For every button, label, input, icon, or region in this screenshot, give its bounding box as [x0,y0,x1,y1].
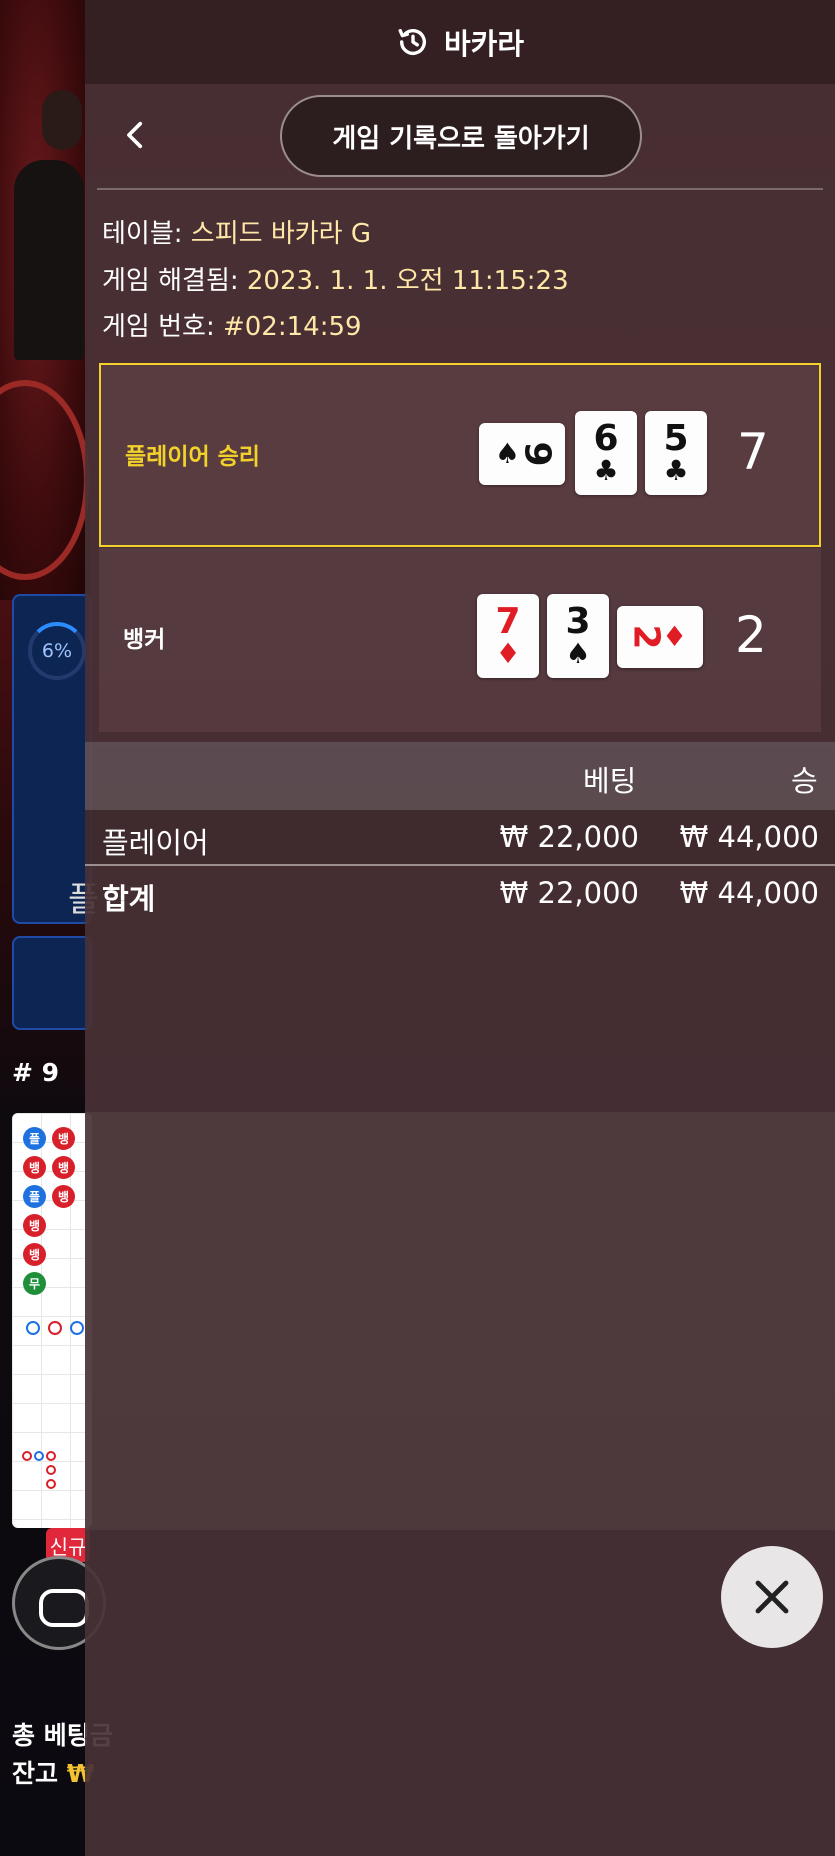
playing-card: 5 ♣ [645,411,707,495]
dealer-head [42,90,82,150]
table-label: 테이블: [102,219,183,249]
road-dot-banker: 뱅 [52,1156,75,1179]
road-dot-banker: 뱅 [23,1156,46,1179]
road-dot-banker: 뱅 [23,1243,46,1266]
road-dot-player: 플 [23,1185,46,1208]
road-dot-banker: 뱅 [23,1214,46,1237]
resolved-label: 게임 해결됨: [102,266,239,296]
back-to-history-button[interactable]: 게임 기록으로 돌아가기 [280,95,642,177]
table-row: 플레이어 ₩ 22,000 ₩ 44,000 [85,810,835,866]
game-number-label: 게임 번호: [102,312,215,342]
card-rank: 6 [593,418,619,459]
road-ring [48,1321,62,1335]
faded-background-area [85,1112,835,1530]
player-score: 7 [737,423,769,481]
card-rank: 9 [516,441,558,467]
total-label: 합계 [102,882,156,916]
player-result-label: 플레이어 승리 [125,444,260,470]
balance-label: 잔고 [12,1759,59,1788]
road-ring-small [46,1465,56,1475]
history-icon [398,28,426,55]
banker-result-label: 뱅커 [123,627,166,653]
scoreboard-road[interactable]: 플 뱅 뱅 뱅 플 뱅 뱅 뱅 무 [12,1113,92,1528]
game-number-value: #02:14:59 [222,312,362,342]
total-row: 합계 ₩ 22,000 ₩ 44,000 [85,866,835,922]
chevron-left-icon[interactable] [119,118,153,152]
progress-ring: 6% [28,622,86,680]
card-rank: 5 [663,418,689,459]
banker-result: 뱅커 7 ♦ 3 ♠ 2 ♦ 2 [99,548,821,732]
column-header-bet: 베팅 [583,764,637,798]
playing-card: 6 ♣ [575,411,637,495]
road-dot-banker: 뱅 [52,1185,75,1208]
balance-row: 잔고 ₩ [12,1754,94,1790]
history-overlay: 바카라 게임 기록으로 돌아가기 테이블: 스피드 바카라 G 게임 해결됨: … [85,0,835,1856]
column-header-win: 승 [791,764,818,798]
road-ring-small [34,1451,44,1461]
road-ring-small [46,1479,56,1489]
page-title: 바카라 [443,27,525,61]
bet-name: 플레이어 [102,826,209,860]
card-suit: ♠ [565,637,591,670]
road-ring-small [22,1451,32,1461]
card-rank: 3 [565,601,591,642]
card-rank: 7 [495,601,521,642]
playing-card: 3 ♠ [547,594,609,678]
total-bet-amount: ₩ 22,000 [499,876,639,910]
header-title-group: 바카라 [396,21,524,63]
win-amount: ₩ 44,000 [679,820,819,854]
total-win-amount: ₩ 44,000 [679,876,819,910]
round-number: # 9 [12,1058,60,1087]
road-dot-banker: 뱅 [52,1127,75,1150]
game-number-info: 게임 번호: #02:14:59 [102,306,362,343]
divider [97,188,823,190]
resolved-value: 2023. 1. 1. 오전 11:15:23 [246,266,569,296]
banker-score: 2 [735,606,767,664]
close-icon [755,1580,789,1614]
overlay-header: 바카라 [85,0,835,84]
bet-amount: ₩ 22,000 [499,820,639,854]
bets-table-header: 베팅 승 [85,742,835,810]
dealer-body [14,160,84,360]
playing-card: 7 ♦ [477,594,539,678]
card-suit: ♣ [663,454,689,487]
player-result: 플레이어 승리 ♠ 9 6 ♣ 5 ♣ 7 [99,363,821,547]
bet-spot-secondary[interactable] [12,936,92,1030]
close-button[interactable] [721,1546,823,1648]
table-value: 스피드 바카라 G [190,219,371,249]
playing-card: ♠ 9 [479,423,565,485]
resolved-info: 게임 해결됨: 2023. 1. 1. 오전 11:15:23 [102,260,569,297]
card-rank: 2 [625,624,667,650]
playing-card: 2 ♦ [617,606,703,668]
road-ring-small [46,1451,56,1461]
road-dot-tie: 무 [23,1272,46,1295]
card-suit: ♦ [495,637,521,670]
road-ring [26,1321,40,1335]
card-suit: ♣ [593,454,619,487]
table-info: 테이블: 스피드 바카라 G [102,213,371,250]
road-dot-player: 플 [23,1127,46,1150]
road-ring [70,1321,84,1335]
